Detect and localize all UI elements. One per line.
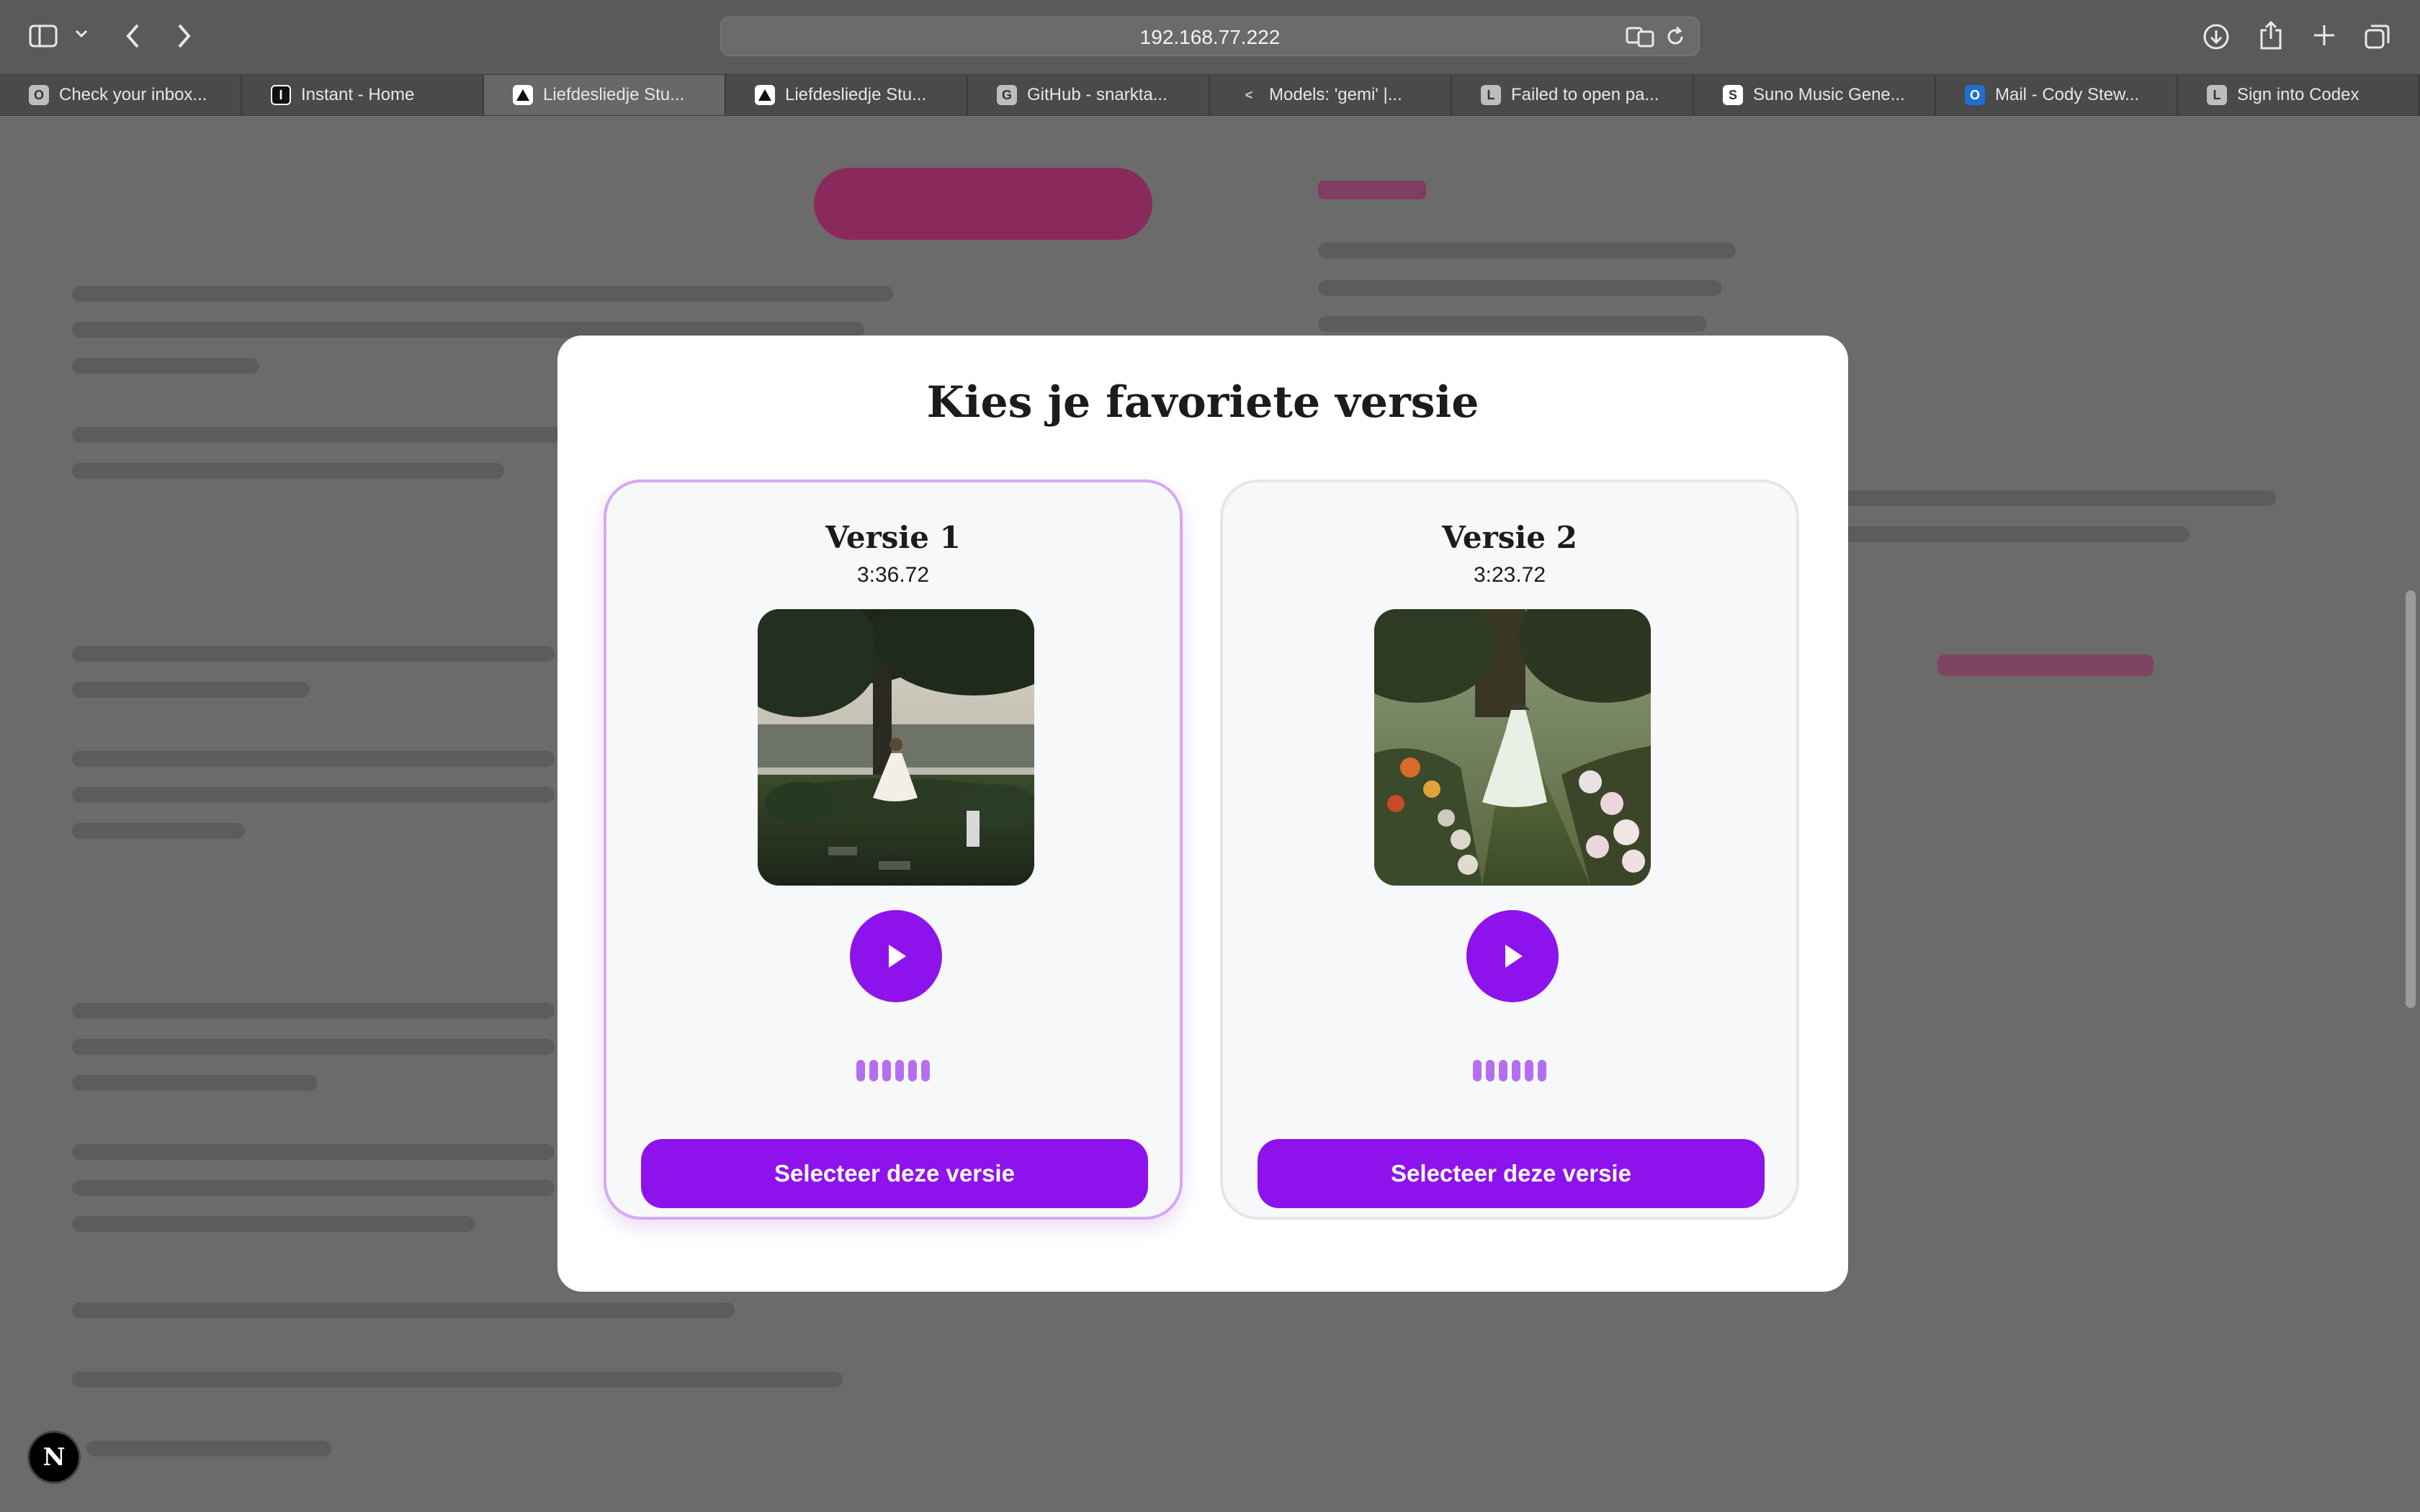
sidebar-icon[interactable] <box>29 24 58 51</box>
tab-suno[interactable]: S Suno Music Gene... <box>1694 75 1936 115</box>
nextjs-devtools-button[interactable]: N <box>27 1431 81 1484</box>
browser-toolbar: 192.168.77.222 <box>0 0 2420 74</box>
waveform-indicator <box>1223 1060 1796 1081</box>
select-version-button[interactable]: Selecteer deze versie <box>641 1139 1148 1208</box>
favicon-icon: L <box>2207 85 2227 105</box>
modal-title: Kies je favoriete versie <box>926 377 1479 428</box>
play-button[interactable] <box>850 910 942 1002</box>
favicon-icon: S <box>1723 85 1743 105</box>
tab-overview-icon[interactable] <box>2364 23 2391 54</box>
background-heading <box>1318 181 1426 199</box>
favicon-icon: G <box>997 85 1017 105</box>
select-version-button[interactable]: Selecteer deze versie <box>1258 1139 1765 1208</box>
favicon-icon: I <box>271 85 291 105</box>
url-text: 192.168.77.222 <box>1139 26 1281 48</box>
download-icon[interactable] <box>2202 23 2230 54</box>
play-button[interactable] <box>1466 910 1559 1002</box>
tab-instant-home[interactable]: I Instant - Home <box>242 75 484 115</box>
tab-label: GitHub - snarkta... <box>1027 85 1168 104</box>
triangle-favicon-icon <box>513 85 533 105</box>
tab-label: Sign into Codex <box>2237 85 2360 104</box>
address-bar[interactable]: 192.168.77.222 <box>720 17 1700 56</box>
version-duration: 3:23.72 <box>1473 563 1546 587</box>
tab-label: Check your inbox... <box>59 85 207 104</box>
scrollbar[interactable] <box>2406 590 2416 1008</box>
background-button <box>814 168 1152 240</box>
tab-models[interactable]: < Models: 'gemi' |... <box>1210 75 1452 115</box>
waveform-indicator <box>606 1060 1180 1081</box>
version-card-1[interactable]: Versie 1 3:36.72 Selecteer deze versie <box>604 480 1183 1220</box>
version-duration: 3:36.72 <box>856 563 930 587</box>
version-title: Versie 1 <box>825 520 961 555</box>
favicon-icon: L <box>1481 85 1501 105</box>
triangle-favicon-icon <box>755 85 775 105</box>
tab-label: Failed to open pa... <box>1511 85 1659 104</box>
tab-label: Mail - Cody Stew... <box>1995 85 2140 104</box>
new-tab-icon[interactable] <box>2312 23 2336 51</box>
fab-label: N <box>42 1443 66 1472</box>
tab-label: Liefdesliedje Stu... <box>543 85 685 104</box>
cover-art-image <box>758 609 1034 886</box>
chevron-down-icon[interactable] <box>75 29 88 42</box>
tab-check-inbox[interactable]: O Check your inbox... <box>0 75 242 115</box>
play-icon <box>889 945 906 968</box>
tab-label: Instant - Home <box>301 85 415 104</box>
reload-icon[interactable] <box>1664 26 1686 51</box>
tab-liefdesliedje[interactable]: Liefdesliedje Stu... <box>726 75 968 115</box>
play-icon <box>1505 945 1523 968</box>
tab-label: Suno Music Gene... <box>1753 85 1905 104</box>
forward-icon[interactable] <box>176 23 192 53</box>
translate-icon[interactable] <box>1626 26 1654 51</box>
version-card-2[interactable]: Versie 2 3:23.72 Selecteer deze versie <box>1220 480 1799 1220</box>
tab-label: Models: 'gemi' |... <box>1269 85 1402 104</box>
share-icon[interactable] <box>2259 20 2283 54</box>
version-title: Versie 2 <box>1442 520 1577 555</box>
back-icon[interactable] <box>125 23 141 53</box>
tab-mail[interactable]: O Mail - Cody Stew... <box>1936 75 2178 115</box>
favicon-icon: O <box>29 85 49 105</box>
favicon-icon: < <box>1245 87 1253 102</box>
tab-bar: O Check your inbox... I Instant - Home Lie… <box>0 74 2420 116</box>
tab-github[interactable]: G GitHub - snarkta... <box>968 75 1210 115</box>
background-link <box>1937 654 2154 676</box>
version-picker-modal: Kies je favoriete versie Versie 1 3:36.7… <box>557 336 1848 1292</box>
tab-failed-to-open[interactable]: L Failed to open pa... <box>1452 75 1694 115</box>
tab-liefdesliedje-active[interactable]: Liefdesliedje Stu... <box>484 75 726 115</box>
favicon-icon: O <box>1965 85 1985 105</box>
tab-label: Liefdesliedje Stu... <box>785 85 927 104</box>
tab-sign-into-codex[interactable]: L Sign into Codex <box>2178 75 2420 115</box>
cover-art-image <box>1374 609 1651 886</box>
